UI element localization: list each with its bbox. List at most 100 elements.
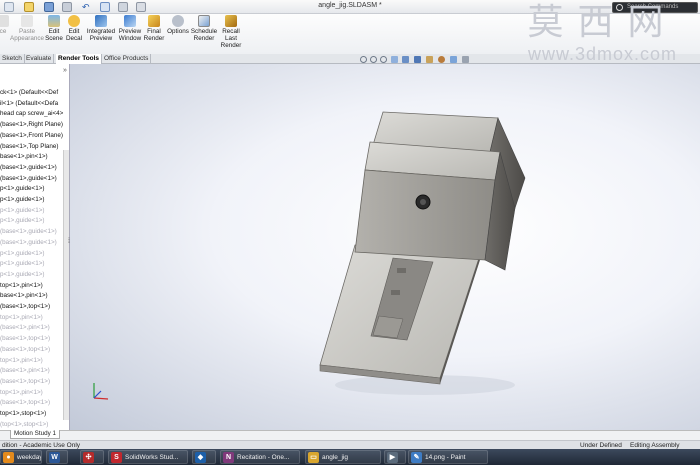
taskbar-button-label: SolidWorks Stud... bbox=[125, 454, 179, 461]
tree-item[interactable]: (base<1>,Right Plane) bbox=[0, 120, 63, 130]
tree-item[interactable]: top<1>,pin<1>) bbox=[0, 388, 63, 398]
tree-item[interactable]: p<1>,guide<1>) bbox=[0, 259, 63, 269]
ribbon-button-recall-last-render[interactable]: Recall Last Render bbox=[218, 15, 244, 49]
tree-item[interactable]: top<1>,stop<1>) bbox=[0, 409, 63, 419]
ribbon-button-label: Edit Decal bbox=[65, 28, 83, 42]
folder-icon: ▭ bbox=[308, 452, 319, 463]
ribbon-button-label: ce bbox=[0, 28, 7, 35]
tree-item[interactable]: (base<1>,top<1>) bbox=[0, 377, 63, 387]
heads-up-view-toolbar bbox=[360, 56, 480, 65]
taskbar-button[interactable]: ◆ bbox=[192, 450, 216, 464]
tree-item[interactable]: (base<1>,Top Plane) bbox=[0, 142, 63, 152]
tree-item[interactable]: p<1>,guide<1>) bbox=[0, 216, 63, 226]
ribbon-button-paste-appearance[interactable]: Paste Appearance bbox=[10, 15, 44, 42]
cap-screw-socket bbox=[420, 199, 426, 205]
zoom-to-area-icon[interactable] bbox=[370, 56, 377, 63]
tab-render-tools[interactable]: Render Tools bbox=[56, 54, 103, 64]
ribbon-button-edit-scene[interactable]: Edit Scene bbox=[44, 15, 64, 42]
tree-item[interactable]: ck<1> (Default<<Def bbox=[0, 88, 63, 98]
previous-view-icon[interactable] bbox=[380, 56, 387, 63]
taskbar-button[interactable]: ✣ bbox=[80, 450, 104, 464]
watermark-chinese-text: 莫西网 bbox=[527, 2, 678, 43]
chevron-right-icon[interactable]: » bbox=[63, 67, 70, 75]
apply-scene-icon[interactable] bbox=[450, 56, 457, 63]
taskbar-button-label: weekday - ... bbox=[17, 454, 42, 461]
integrated-preview-icon bbox=[95, 15, 107, 27]
tab-motion-study[interactable]: Motion Study 1 bbox=[10, 430, 61, 439]
display-style-icon[interactable] bbox=[414, 56, 421, 63]
view-settings-icon[interactable] bbox=[462, 56, 469, 63]
tree-item[interactable]: (base<1>,guide<1>) bbox=[0, 227, 63, 237]
watermark-url: www.3dmox.com bbox=[527, 44, 678, 64]
tab-evaluate[interactable]: Evaluate bbox=[24, 54, 55, 64]
tree-item[interactable]: (top<1>,stop<1>) bbox=[0, 420, 63, 430]
ribbon-button-preview-window[interactable]: Preview Window bbox=[117, 15, 143, 42]
taskbar-button[interactable]: W bbox=[46, 450, 68, 464]
recall-render-icon bbox=[225, 15, 237, 27]
taskbar-button[interactable]: S SolidWorks Stud... bbox=[108, 450, 188, 464]
tree-scrollbar[interactable] bbox=[63, 150, 69, 420]
tree-item[interactable]: p<1>,guide<1>) bbox=[0, 195, 63, 205]
taskbar-button[interactable]: ✎ 14.png - Paint bbox=[408, 450, 488, 464]
tree-item[interactable]: head cap screw_ai<4> bbox=[0, 109, 63, 119]
taskbar-button-label: 14.png - Paint bbox=[425, 454, 466, 461]
tree-item[interactable]: (base<1>,pin<1>) bbox=[0, 323, 63, 333]
slot-notch-top bbox=[397, 268, 406, 273]
tree-item[interactable]: p<1>,guide<1>) bbox=[0, 270, 63, 280]
appearance-icon bbox=[0, 15, 9, 27]
schedule-render-icon bbox=[198, 15, 210, 27]
tree-item[interactable]: base<1>,pin<1>) bbox=[0, 291, 63, 301]
tree-item[interactable]: (base<1>,top<1>) bbox=[0, 302, 63, 312]
tree-item[interactable]: top<1>,pin<1>) bbox=[0, 356, 63, 366]
network-icon: ✣ bbox=[83, 452, 94, 463]
ribbon-button-integrated-preview[interactable]: Integrated Preview bbox=[85, 15, 117, 42]
ribbon-button-final-render[interactable]: Final Render bbox=[143, 15, 165, 42]
ribbon-button-label: Edit Scene bbox=[45, 28, 63, 42]
taskbar-button[interactable]: ▭ angle_jig bbox=[305, 450, 381, 464]
section-view-icon[interactable] bbox=[391, 56, 398, 63]
ribbon-button-edit-decal[interactable]: Edit Decal bbox=[64, 15, 84, 42]
motion-study-bar bbox=[0, 430, 700, 440]
status-bar: dition - Academic Use Only Under Defined… bbox=[0, 440, 700, 449]
view-orientation-icon[interactable] bbox=[402, 56, 409, 63]
ribbon-button-schedule-render[interactable]: Schedule Render bbox=[190, 15, 218, 42]
tree-item[interactable]: (base<1>,guide<1>) bbox=[0, 163, 63, 173]
tree-item[interactable]: (base<1>,guide<1>) bbox=[0, 174, 63, 184]
tree-item[interactable]: p<1>,guide<1>) bbox=[0, 184, 63, 194]
ribbon-button-label: Schedule Render bbox=[190, 28, 218, 42]
tree-item[interactable]: top<1>,pin<1>) bbox=[0, 281, 63, 291]
ribbon-button-options[interactable]: Options bbox=[166, 15, 190, 35]
ribbon-button-label: Options bbox=[167, 28, 189, 35]
tree-item[interactable]: p<1>,guide<1>) bbox=[0, 206, 63, 216]
tree-item[interactable]: (base<1>,top<1>) bbox=[0, 334, 63, 344]
tree-item[interactable]: top<1>,pin<1>) bbox=[0, 313, 63, 323]
angle-jig-model[interactable] bbox=[315, 100, 535, 400]
edit-appearance-icon[interactable] bbox=[438, 56, 445, 63]
onenote-icon: N bbox=[223, 452, 234, 463]
tree-item[interactable]: (base<1>,guide<1>) bbox=[0, 238, 63, 248]
taskbar-button[interactable]: N Recitation - One... bbox=[220, 450, 300, 464]
tree-item[interactable]: (base<1>,Front Plane) bbox=[0, 131, 63, 141]
tree-item[interactable]: (base<1>,pin<1>) bbox=[0, 366, 63, 376]
tab-office-products[interactable]: Office Products bbox=[102, 54, 152, 64]
top-block-front bbox=[354, 169, 496, 261]
ribbon-button-label: Paste Appearance bbox=[10, 28, 44, 42]
hide-show-items-icon[interactable] bbox=[426, 56, 433, 63]
zoom-to-fit-icon[interactable] bbox=[360, 56, 367, 63]
panel-splitter-handle[interactable]: ⁞ bbox=[68, 236, 73, 248]
taskbar-button[interactable]: ●weekday - ... bbox=[0, 450, 42, 464]
tree-item[interactable]: (base<1>,top<1>) bbox=[0, 398, 63, 408]
tree-item[interactable]: (base<1>,top<1>) bbox=[0, 345, 63, 355]
tab-sketch[interactable]: Sketch bbox=[0, 54, 25, 64]
taskbar-button-label: angle_jig bbox=[322, 454, 349, 461]
tree-item[interactable]: base<1>,pin<1>) bbox=[0, 152, 63, 162]
ribbon-button-label: Integrated Preview bbox=[86, 28, 116, 42]
ribbon-button-label: Preview Window bbox=[118, 28, 142, 42]
tree-item[interactable]: il<1> (Default<<Defa bbox=[0, 99, 63, 109]
watermark: 莫西网 www.3dmox.com bbox=[505, 2, 700, 72]
tree-item[interactable]: p<1>,guide<1>) bbox=[0, 249, 63, 259]
taskbar-button[interactable]: ▶ bbox=[384, 450, 406, 464]
x-axis-line bbox=[93, 397, 109, 400]
ribbon-button-appearance[interactable]: ce bbox=[0, 15, 10, 35]
ribbon-button-label: Recall Last Render bbox=[220, 28, 242, 49]
